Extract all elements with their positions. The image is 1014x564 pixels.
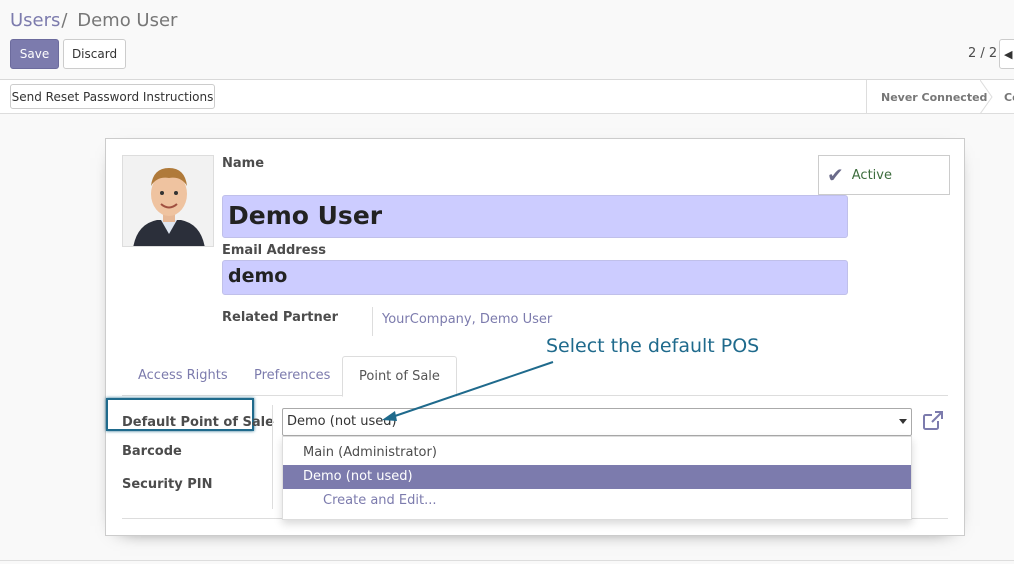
dropdown-option-create-edit[interactable]: Create and Edit... [283, 489, 911, 513]
email-label: Email Address [222, 243, 327, 258]
control-panel: Users/ Demo User Save Discard 2 / 2 ◀ [0, 0, 1014, 80]
dropdown-option-main[interactable]: Main (Administrator) [283, 441, 911, 465]
chevron-left-icon: ◀ [1004, 47, 1013, 61]
breadcrumb-separator: / [61, 10, 68, 31]
default-pos-select[interactable]: Demo (not used) [282, 408, 912, 436]
discard-button[interactable]: Discard [63, 39, 126, 69]
security-pin-label: Security PIN [122, 477, 213, 492]
barcode-label: Barcode [122, 444, 182, 459]
stage-arrow-icon [980, 80, 993, 114]
related-partner-link[interactable]: YourCompany, Demo User [372, 307, 552, 336]
check-icon: ✔ [827, 163, 844, 187]
active-label: Active [851, 167, 892, 183]
pager-value: 2 / 2 [968, 46, 998, 61]
caret-down-icon [899, 419, 907, 424]
external-link-icon[interactable] [922, 410, 944, 432]
user-photo-icon [123, 156, 213, 246]
pager-previous-button[interactable]: ◀ [999, 39, 1014, 69]
active-toggle-button[interactable]: ✔ Active [818, 155, 950, 195]
send-reset-password-button[interactable]: Send Reset Password Instructions [10, 84, 215, 109]
name-input[interactable]: Demo User [222, 195, 848, 238]
field-divider [272, 405, 273, 509]
annotation-callout-text: Select the default POS [546, 335, 760, 357]
dropdown-option-demo[interactable]: Demo (not used) [283, 465, 911, 489]
user-avatar[interactable] [122, 155, 214, 247]
email-input[interactable]: demo [222, 260, 848, 295]
stage-confirmed[interactable]: Co [1004, 80, 1014, 114]
breadcrumb: Users/ Demo User [10, 10, 177, 31]
form-tabs: Access Rights Preferences Point of Sale [122, 356, 948, 397]
pos-dropdown-menu: Main (Administrator) Demo (not used) Cre… [282, 436, 912, 520]
page-bottom-divider [0, 560, 1014, 561]
tab-access-rights[interactable]: Access Rights [122, 356, 244, 396]
statusbar: Send Reset Password Instructions Never C… [0, 80, 1014, 114]
tab-preferences[interactable]: Preferences [238, 356, 346, 396]
related-partner-label: Related Partner [222, 310, 338, 325]
default-pos-value: Demo (not used) [287, 414, 397, 429]
tab-point-of-sale[interactable]: Point of Sale [342, 356, 457, 397]
stage-never-connected[interactable]: Never Connected [866, 80, 990, 114]
default-pos-label: Default Point of Sale [122, 415, 274, 430]
breadcrumb-current: Demo User [77, 10, 178, 31]
breadcrumb-users-link[interactable]: Users [10, 10, 60, 31]
form-sheet: Name Demo User Email Address demo Relate… [105, 138, 965, 536]
save-button[interactable]: Save [10, 39, 59, 69]
name-label: Name [222, 156, 265, 171]
